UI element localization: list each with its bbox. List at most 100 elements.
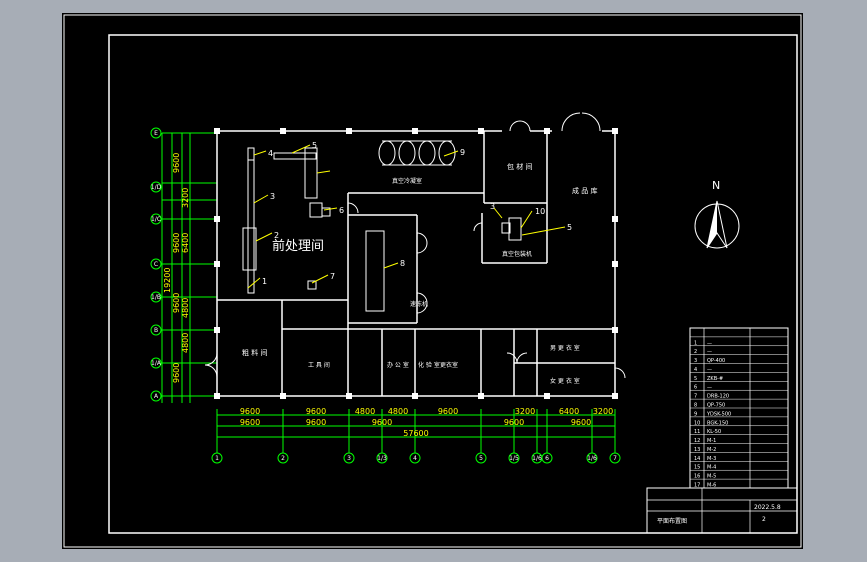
room-label: 包 材 间 [507, 162, 532, 171]
room-labels: 前处理间 粗 料 间 真空冷凝室 包 材 间 成 品 库 真空包装机 速冻机 工… [242, 162, 597, 385]
legend-model: M-2 [707, 447, 716, 453]
legend-no: 13 [694, 447, 700, 453]
legend-no: 5 [694, 376, 697, 382]
room-label: 成 品 库 [572, 186, 597, 195]
dim-bottom: 9600 [240, 418, 260, 427]
dim-bottom: 9600 [372, 418, 392, 427]
dim-left: 4800 [181, 333, 190, 353]
legend-model: QP-750 [707, 403, 725, 409]
tag-label: 5 [567, 223, 572, 232]
axis-label-x: 2 [281, 455, 285, 462]
dim-left: 4800 [181, 298, 190, 318]
dim-left: 9600 [172, 233, 181, 253]
packer-unit [508, 217, 522, 241]
dim-total: 57600 [403, 429, 428, 438]
room-label: 真空包装机 [502, 250, 532, 258]
axis-label-y: B [154, 327, 158, 334]
axis-label-y: 1/D [151, 184, 162, 191]
room-label: 工 具 间 [308, 361, 330, 369]
mixer [309, 202, 323, 218]
legend-model: YDSK-500 [706, 411, 731, 417]
legend-model: DRB-120 [707, 394, 729, 400]
room-title: 前处理间 [272, 238, 324, 254]
dim-bottom: 4800 [388, 407, 408, 416]
tag-label: 1 [262, 277, 267, 286]
room-label: 速冻机 [410, 300, 428, 308]
room-label: 女 更 衣 室 [550, 377, 580, 385]
cart-rack [304, 147, 318, 199]
room-label: 真空冷凝室 [392, 177, 422, 185]
axis-label-x: 4 [413, 455, 417, 462]
legend-model: M-5 [707, 474, 716, 480]
north-label: N [712, 179, 720, 192]
legend-no: 12 [694, 438, 700, 444]
axis-label-x: 1/6 [532, 455, 542, 462]
dim-bottom: 9600 [306, 418, 326, 427]
legend-model: QP-400 [707, 358, 725, 364]
axis-label-x: 1 [215, 455, 219, 462]
room-label: 化 验 室 [418, 361, 440, 369]
legend-table: 1 — 2 — 3 QP-400 4 — 5 ZKB-# 6 — 7 DRB-120 8 QP-750 9 YDS… [689, 327, 789, 489]
tag-label: 8 [400, 259, 405, 268]
axis-label-x: 7 [613, 455, 617, 462]
dim-bottom: 9600 [571, 418, 591, 427]
dim-left: 9600 [172, 363, 181, 383]
axis-label-y: A [154, 393, 159, 400]
legend-model: KL-50 [707, 429, 721, 435]
legend-no: 4 [694, 367, 697, 373]
legend-no: 15 [694, 465, 700, 471]
axis-label-y: E [154, 130, 158, 137]
vacuum-cooler-unit [378, 140, 456, 166]
dim-left: 6400 [181, 233, 190, 253]
dim-left: 9600 [172, 153, 181, 173]
dim-left: 9600 [172, 293, 181, 313]
legend-no: 16 [694, 474, 700, 480]
legend-model: M-4 [707, 465, 716, 471]
dim-bottom: 3200 [593, 407, 613, 416]
north-arrow: N [694, 179, 740, 249]
dim-bottom: 9600 [438, 407, 458, 416]
axis-label-x: 1/3 [377, 455, 387, 462]
legend-no: 10 [694, 420, 700, 426]
dim-bottom: 6400 [559, 407, 579, 416]
tag-label: 9 [460, 148, 465, 157]
legend-model: — [707, 385, 712, 391]
tag-label: 4 [268, 149, 273, 158]
title-caption: 平面布置图 [657, 517, 687, 525]
legend-no: 3 [694, 358, 697, 364]
equipment [242, 140, 522, 312]
axis-labels-y: E 1/D 1/C C 1/B B 1/A A [151, 130, 162, 400]
dim-bottom: 3200 [515, 407, 535, 416]
dim-left: 3200 [181, 188, 190, 208]
long-tank [365, 230, 385, 312]
floor-plan-drawing: E 1/D 1/C C 1/B B 1/A A 9600 3200 9600 6… [63, 14, 802, 548]
legend-model: M-1 [707, 438, 716, 444]
legend-no: 6 [694, 385, 697, 391]
dim-bottom: 9600 [504, 418, 524, 427]
dims-bottom: 9600 9600 4800 4800 9600 3200 6400 3200 … [240, 407, 613, 438]
tag-label: 3 [270, 192, 275, 201]
conveyor-line [247, 147, 255, 294]
legend-no: 7 [694, 394, 697, 400]
legend-model: — [707, 349, 712, 355]
legend-model: — [707, 340, 712, 346]
drawing-sheet: E 1/D 1/C C 1/B B 1/A A 9600 3200 9600 6… [62, 13, 803, 549]
legend-no: 2 [694, 349, 697, 355]
tag-label: 10 [535, 207, 545, 216]
tag-4-equip [247, 147, 255, 161]
tag-label: 6 [339, 206, 344, 215]
legend-model: ZKB-# [707, 376, 723, 382]
exterior-wall [216, 130, 616, 397]
room-label: 更衣室 [440, 361, 458, 369]
dim-bottom: 9600 [240, 407, 260, 416]
axis-label-y: 1/C [151, 216, 161, 223]
tag-label: 7 [330, 272, 335, 281]
axis-label-y: 1/B [151, 294, 161, 301]
walls [216, 130, 616, 397]
title-page: 2 [762, 516, 766, 523]
legend-model: BGK-150 [707, 420, 728, 426]
axis-label-x: 6 [545, 455, 549, 462]
axis-label-x: 5 [479, 455, 483, 462]
title-date: 2022.5.8 [754, 504, 781, 511]
legend-model: M-3 [707, 456, 716, 462]
